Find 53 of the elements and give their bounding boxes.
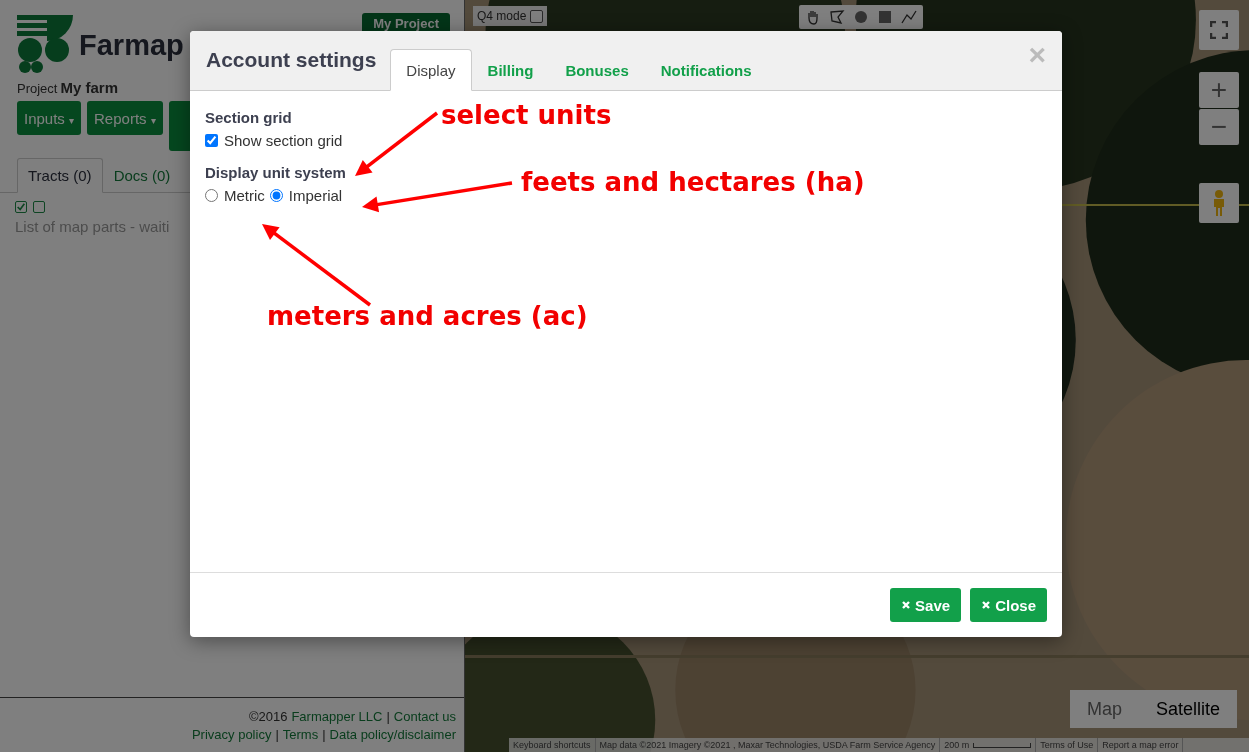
- logo-icon: [17, 15, 73, 75]
- separator-text: |: [275, 726, 279, 744]
- separator-text: |: [386, 708, 390, 726]
- fullscreen-button[interactable]: [1199, 10, 1239, 50]
- save-button[interactable]: Save: [890, 588, 962, 622]
- checkbox-label: Show section grid: [224, 132, 343, 149]
- panel-tab[interactable]: Tracts (0): [17, 158, 103, 193]
- radio-button[interactable]: [205, 189, 218, 202]
- checkbox[interactable]: [15, 201, 27, 213]
- company-link[interactable]: Farmapper LLC: [291, 708, 383, 726]
- project-label: Project: [17, 81, 58, 96]
- radio-label: Metric: [224, 187, 265, 204]
- footer-link[interactable]: Data policy/disclaimer: [329, 726, 456, 744]
- menu-button[interactable]: Reports ▾: [87, 101, 163, 135]
- menu-button[interactable]: Inputs ▾: [17, 101, 82, 135]
- my-project-button[interactable]: My Project: [362, 12, 450, 34]
- radio-label: Imperial: [288, 187, 343, 204]
- close-icon: [981, 600, 992, 610]
- map-type-button[interactable]: Satellite: [1139, 690, 1238, 728]
- panel-tab[interactable]: Docs (0): [102, 158, 182, 193]
- close-button[interactable]: ×: [1028, 39, 1046, 71]
- circle-icon[interactable]: [853, 9, 869, 25]
- line-icon[interactable]: [901, 9, 917, 25]
- fullscreen-icon: [1210, 21, 1228, 39]
- dialog-title: Account settings: [206, 47, 377, 72]
- close-icon: [901, 600, 912, 610]
- copyright-text: ©2016: [248, 708, 288, 726]
- settings-tab[interactable]: Notifications: [644, 49, 768, 91]
- map-type-button[interactable]: Map: [1070, 690, 1139, 728]
- square-icon[interactable]: [877, 9, 893, 25]
- person-icon: [1212, 189, 1226, 217]
- annotation-text: meters and acres (ac): [267, 301, 588, 331]
- contact-link[interactable]: Contact us: [393, 708, 456, 726]
- section-heading: Display unit system: [205, 164, 346, 181]
- annotation-text: select units: [441, 100, 612, 130]
- zoom-out-button[interactable]: −: [1199, 109, 1239, 145]
- section-heading: Section grid: [205, 109, 292, 126]
- annotation-text: feets and hectares (ha): [521, 167, 865, 197]
- q4-mode-checkbox[interactable]: Q4 mode: [473, 6, 548, 26]
- zoom-in-button[interactable]: +: [1199, 72, 1239, 108]
- footer-link[interactable]: Terms: [282, 726, 319, 744]
- close-dialog-button[interactable]: Close: [970, 588, 1047, 622]
- polygon-icon[interactable]: [829, 9, 845, 25]
- radio-button[interactable]: [269, 189, 283, 202]
- checkbox[interactable]: [33, 201, 45, 213]
- checkbox[interactable]: [205, 134, 218, 147]
- project-name: My farm: [60, 79, 118, 96]
- settings-tab[interactable]: Display: [390, 49, 472, 91]
- footer-link[interactable]: Privacy policy: [191, 726, 272, 744]
- settings-tab[interactable]: Bonuses: [549, 49, 645, 91]
- brand-name: Farmap: [79, 28, 184, 62]
- separator-text: |: [322, 726, 326, 744]
- settings-tab[interactable]: Billing: [471, 49, 550, 91]
